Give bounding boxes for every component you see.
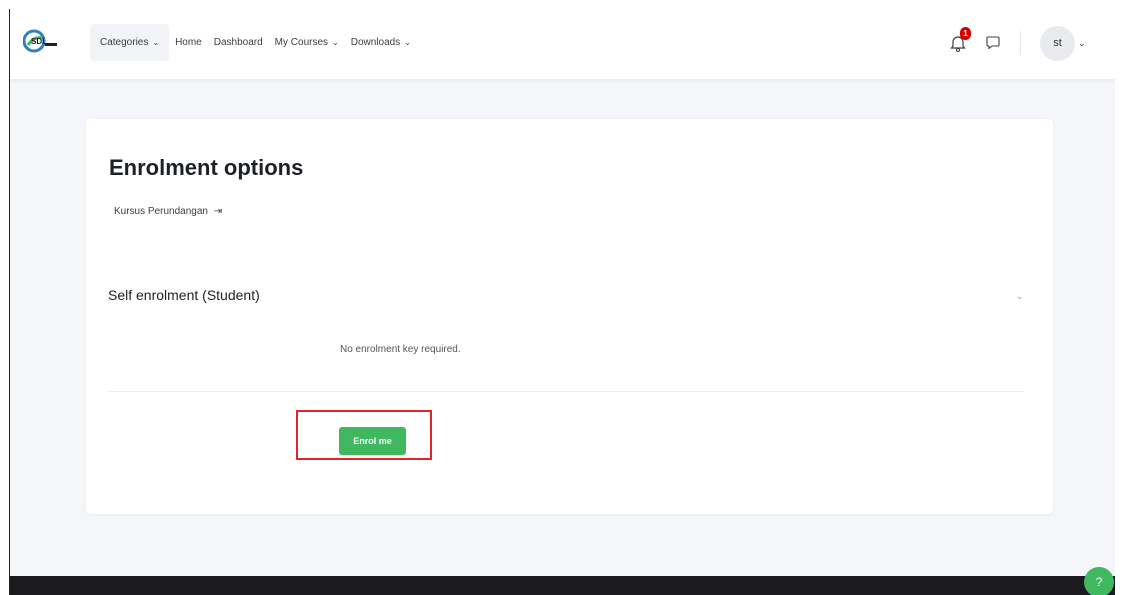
nav-dashboard[interactable]: Dashboard (208, 24, 269, 61)
top-navbar: SDL Categories ⌄ Home Dashboard My Cours… (10, 9, 1115, 79)
divider (108, 391, 1024, 392)
highlight-box (296, 410, 432, 460)
user-avatar[interactable]: st (1040, 26, 1075, 61)
collapse-chevron-icon[interactable]: ⌄ (1016, 291, 1024, 302)
navbar-divider (1020, 31, 1021, 55)
page-frame: SDL Categories ⌄ Home Dashboard My Cours… (9, 9, 1115, 595)
nav-downloads-label: Downloads (350, 37, 401, 48)
enrolment-card: Enrolment options Kursus Perundangan ⇥ S… (86, 119, 1053, 514)
site-logo[interactable]: SDL (22, 28, 63, 54)
nav-my-courses[interactable]: My Courses ⌄ (269, 24, 345, 61)
chevron-down-icon[interactable]: ⌄ (1078, 38, 1086, 49)
course-name: Kursus Perundangan (114, 206, 208, 217)
nav-categories[interactable]: Categories ⌄ (90, 24, 170, 61)
svg-text:SDL: SDL (31, 37, 47, 46)
nav-my-courses-label: My Courses (274, 37, 329, 48)
chevron-down-icon: ⌄ (404, 38, 411, 47)
chat-icon[interactable] (986, 36, 1000, 49)
footer-bar (10, 576, 1115, 595)
primary-navigation: Categories ⌄ Home Dashboard My Courses ⌄… (90, 24, 417, 61)
nav-categories-label: Categories (100, 37, 149, 48)
page-title: Enrolment options (109, 155, 304, 180)
notification-badge: 1 (960, 27, 971, 40)
chevron-down-icon: ⌄ (332, 38, 339, 47)
section-title: Self enrolment (Student) (108, 287, 260, 303)
nav-downloads[interactable]: Downloads ⌄ (345, 24, 417, 61)
nav-home-label: Home (175, 37, 202, 48)
sign-in-icon: ⇥ (213, 206, 223, 217)
course-link[interactable]: Kursus Perundangan ⇥ (114, 206, 222, 217)
nav-dashboard-label: Dashboard (213, 37, 263, 48)
help-icon[interactable]: ? (1084, 567, 1114, 595)
chevron-down-icon: ⌄ (152, 38, 160, 47)
enrolment-note: No enrolment key required. (340, 344, 461, 355)
nav-home[interactable]: Home (169, 24, 208, 61)
